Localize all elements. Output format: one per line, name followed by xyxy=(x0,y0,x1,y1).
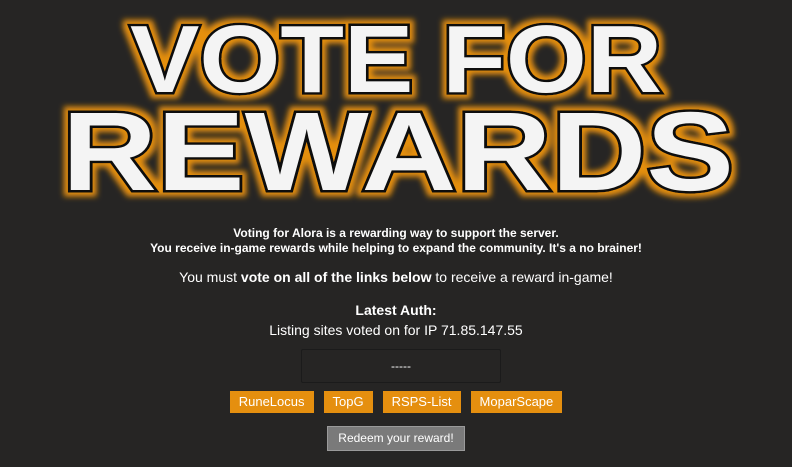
latest-auth-subtitle: Listing sites voted on for IP 71.85.147.… xyxy=(269,322,523,338)
vote-button-runelocus[interactable]: RuneLocus xyxy=(229,391,314,413)
vote-page: VOTE FOR REWARDS Voting for Alora is a r… xyxy=(0,0,792,467)
vote-banner: VOTE FOR REWARDS xyxy=(0,0,792,211)
banner-line-2: REWARDS xyxy=(62,89,734,210)
vote-site-links: RuneLocus TopG RSPS-List MoparScape xyxy=(0,391,792,413)
auth-status-box: ----- xyxy=(301,349,501,383)
vote-button-moparscape[interactable]: MoparScape xyxy=(470,391,563,413)
intro-line-1: Voting for Alora is a rewarding way to s… xyxy=(233,226,559,240)
redeem-reward-button[interactable]: Redeem your reward! xyxy=(327,426,465,451)
intro-text: Voting for Alora is a rewarding way to s… xyxy=(0,226,792,256)
vote-notice-emphasis: vote on all of the links below xyxy=(240,269,432,285)
intro-line-2: You receive in-game rewards while helpin… xyxy=(150,241,642,255)
vote-notice-prefix: You must xyxy=(179,269,241,285)
vote-button-rsps-list[interactable]: RSPS-List xyxy=(382,391,461,413)
vote-notice: You must vote on all of the links below … xyxy=(0,269,792,285)
vote-button-topg[interactable]: TopG xyxy=(323,391,373,413)
redeem-container: Redeem your reward! xyxy=(0,426,792,451)
banner-graphic: VOTE FOR REWARDS xyxy=(60,4,737,211)
latest-auth-heading: Latest Auth: xyxy=(355,302,437,318)
vote-notice-suffix: to receive a reward in-game! xyxy=(431,269,613,285)
